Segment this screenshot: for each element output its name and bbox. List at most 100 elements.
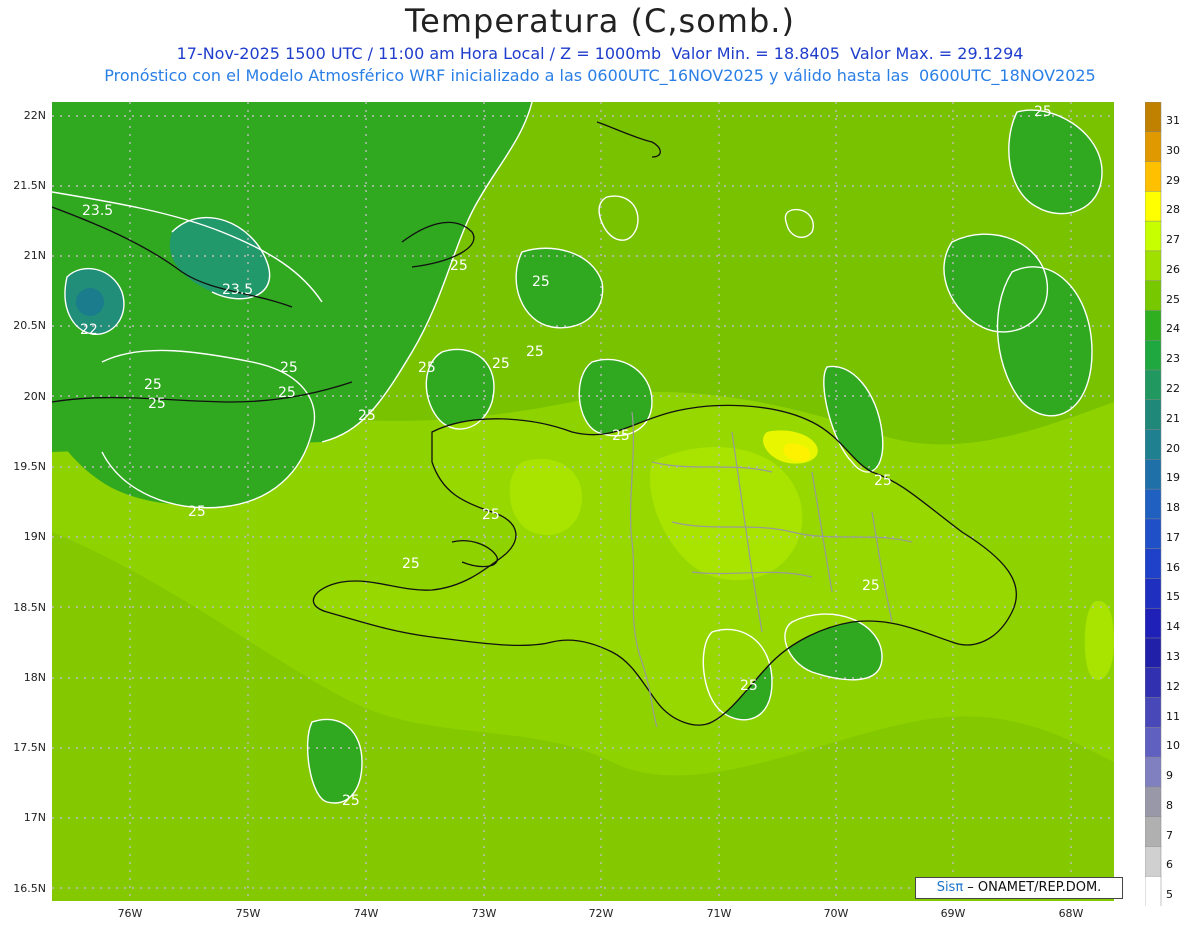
legend-swatch: [1145, 250, 1162, 282]
legend-swatch: [1145, 280, 1162, 312]
legend-swatch: [1145, 488, 1162, 520]
lat-label: 17N: [23, 811, 46, 824]
legend-swatch: [1145, 102, 1162, 133]
lat-label: 17.5N: [13, 741, 46, 754]
sispi-logo: Sisπ: [936, 880, 964, 895]
contour-label: 25: [188, 504, 206, 520]
legend-swatch: [1145, 369, 1162, 401]
legend-level-label: 15: [1166, 590, 1180, 604]
legend-level-label: 18: [1166, 501, 1180, 515]
contour-label: 22: [80, 322, 98, 338]
map-subtitle-time: 17-Nov-2025 1500 UTC / 11:00 am Hora Loc…: [176, 44, 1024, 63]
lat-label: 19.5N: [13, 460, 46, 473]
lat-label: 20.5N: [13, 319, 46, 332]
lon-label: 76W: [117, 907, 143, 920]
contour-label: 23.5: [82, 203, 113, 219]
contour-label: 25: [526, 344, 544, 360]
legend-swatch: [1145, 727, 1162, 758]
contour-label: 25: [612, 428, 630, 444]
legend-level-label: 8: [1166, 798, 1173, 812]
lon-label: 69W: [940, 907, 966, 920]
lat-label: 20N: [23, 390, 46, 403]
legend-level-label: 17: [1166, 530, 1180, 544]
lat-label: 22N: [23, 109, 46, 122]
lat-label: 18N: [23, 671, 46, 684]
lat-label: 16.5N: [13, 882, 46, 895]
contour-label: 25: [1034, 104, 1052, 120]
legend-swatch: [1145, 191, 1162, 222]
legend-swatch: [1145, 607, 1162, 639]
legend-level-label: 11: [1166, 709, 1180, 723]
legend-level-label: 24: [1166, 322, 1180, 336]
legend-level-label: 31: [1166, 114, 1180, 127]
legend-level-label: 28: [1166, 203, 1180, 217]
legend-level-label: 6: [1166, 858, 1173, 872]
contour-label: 25: [278, 385, 296, 401]
cold-spot: [76, 288, 104, 316]
legend-swatch: [1145, 339, 1162, 371]
legend-swatch: [1145, 459, 1162, 490]
legend-swatch: [1145, 399, 1162, 431]
contour-label: 25: [402, 556, 420, 572]
legend-level-label: 22: [1166, 382, 1180, 395]
legend-swatch: [1145, 578, 1162, 609]
contour-label: 25: [148, 396, 166, 412]
lon-label: 72W: [588, 907, 614, 920]
legend-swatch: [1145, 548, 1162, 580]
legend-swatch: [1145, 429, 1162, 461]
credit-text: – ONAMET/REP.DOM.: [963, 880, 1102, 895]
lon-label: 70W: [823, 907, 849, 920]
contour-label: 25: [862, 578, 880, 594]
map-subtitle-model: Pronóstico con el Modelo Atmosférico WRF…: [104, 66, 1096, 85]
legend-level-label: 19: [1166, 471, 1180, 485]
legend-level-label: 10: [1166, 739, 1180, 753]
legend-level-label: 29: [1166, 173, 1180, 187]
contour-label: 23.5: [222, 282, 253, 298]
legend-level-label: 13: [1166, 650, 1180, 663]
legend-swatch: [1145, 786, 1162, 818]
legend-level-label: 12: [1166, 679, 1180, 693]
temperature-map: 23.5 23.5 22 25 25 25 25 25 25 25 25 25 …: [52, 102, 1114, 901]
legend-level-label: 9: [1166, 769, 1173, 783]
legend-swatch: [1145, 220, 1162, 252]
map-title: Temperatura (C,somb.): [405, 2, 795, 40]
legend-swatch: [1145, 161, 1162, 193]
legend-level-label: 27: [1166, 233, 1180, 247]
contour-label: 25: [740, 678, 758, 694]
lat-label: 18.5N: [13, 601, 46, 614]
contour-label: 25: [342, 793, 360, 809]
lon-label: 68W: [1058, 907, 1084, 920]
credit-box: Sisπ – ONAMET/REP.DOM.: [915, 877, 1123, 899]
lat-label: 21N: [23, 249, 46, 262]
legend-swatch: [1145, 697, 1162, 729]
legend-level-label: 14: [1166, 620, 1180, 634]
legend-swatch: [1145, 310, 1162, 341]
lon-label: 75W: [235, 907, 261, 920]
contour-label: 25: [874, 473, 892, 489]
contour-label: 25: [450, 258, 468, 274]
contour-label: 25: [358, 408, 376, 424]
lon-label: 71W: [706, 907, 732, 920]
legend-level-label: 26: [1166, 262, 1180, 276]
legend-swatch: [1145, 816, 1162, 848]
contour-label: 25: [492, 356, 510, 372]
lat-label: 19N: [23, 530, 46, 543]
legend-swatch: [1145, 518, 1162, 550]
legend-swatch: [1145, 756, 1162, 788]
legend-level-label: 30: [1166, 143, 1180, 157]
legend-swatch: [1145, 846, 1162, 877]
legend-level-label: 21: [1166, 411, 1180, 425]
lon-label: 74W: [353, 907, 379, 920]
contour-label: 25: [532, 274, 550, 290]
legend-level-label: 7: [1166, 828, 1173, 842]
contour-label: 25: [482, 507, 500, 523]
legend-level-label: 23: [1166, 352, 1180, 366]
lon-label: 73W: [471, 907, 497, 920]
legend-swatch: [1145, 131, 1162, 163]
lat-label: 21.5N: [13, 179, 46, 192]
legend-level-label: 25: [1166, 292, 1180, 306]
legend-level-label: 5: [1166, 888, 1173, 902]
legend-level-label: 16: [1166, 560, 1180, 574]
legend-swatch: [1145, 637, 1162, 669]
region-puerto-rico: [1084, 601, 1114, 681]
